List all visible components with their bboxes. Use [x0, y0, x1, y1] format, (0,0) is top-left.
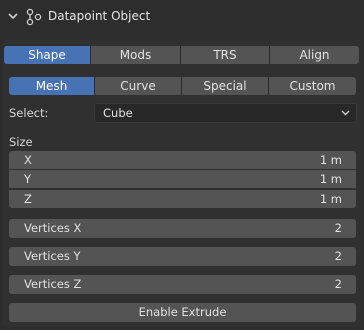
- select-label: Select:: [9, 106, 49, 120]
- size-y-field[interactable]: Y 1 m: [9, 170, 356, 188]
- chevron-down-icon[interactable]: [8, 12, 18, 20]
- chevron-down-icon: [341, 110, 350, 116]
- tab-curve[interactable]: Curve: [95, 77, 182, 95]
- vertices-x-label: Vertices X: [24, 221, 82, 235]
- size-x-value: 1 m: [319, 153, 342, 167]
- vertices-z-field[interactable]: Vertices Z 2: [9, 275, 356, 294]
- panel-title: Datapoint Object: [48, 9, 151, 23]
- shape-select[interactable]: Cube: [94, 103, 357, 123]
- enable-extrude-button[interactable]: Enable Extrude: [9, 303, 356, 322]
- size-label: Size: [9, 135, 33, 149]
- size-x-label: X: [24, 153, 32, 167]
- vertices-z-label: Vertices Z: [24, 277, 82, 291]
- tab-align[interactable]: Align: [270, 46, 359, 64]
- vertices-x-field[interactable]: Vertices X 2: [9, 219, 356, 238]
- sub-tabs: Mesh Curve Special Custom: [9, 77, 356, 95]
- tab-mods[interactable]: Mods: [91, 46, 181, 64]
- vertices-z-value: 2: [334, 277, 342, 291]
- tab-special[interactable]: Special: [182, 77, 269, 95]
- size-x-field[interactable]: X 1 m: [9, 151, 356, 169]
- vertices-x-value: 2: [334, 221, 342, 235]
- size-y-value: 1 m: [319, 172, 342, 186]
- tab-mesh[interactable]: Mesh: [9, 77, 95, 95]
- size-y-label: Y: [24, 172, 32, 186]
- tab-custom[interactable]: Custom: [269, 77, 356, 95]
- main-tabs: Shape Mods TRS Align: [4, 46, 359, 64]
- select-value: Cube: [103, 106, 133, 120]
- node-tree-icon: [26, 8, 42, 26]
- tab-shape[interactable]: Shape: [4, 46, 91, 64]
- panel-header[interactable]: Datapoint Object: [0, 0, 364, 34]
- vertices-y-value: 2: [334, 249, 342, 263]
- size-z-field[interactable]: Z 1 m: [9, 190, 356, 208]
- size-z-label: Z: [24, 192, 32, 206]
- size-z-value: 1 m: [319, 192, 342, 206]
- vertices-y-label: Vertices Y: [24, 249, 81, 263]
- tab-trs[interactable]: TRS: [181, 46, 270, 64]
- vertices-y-field[interactable]: Vertices Y 2: [9, 247, 356, 266]
